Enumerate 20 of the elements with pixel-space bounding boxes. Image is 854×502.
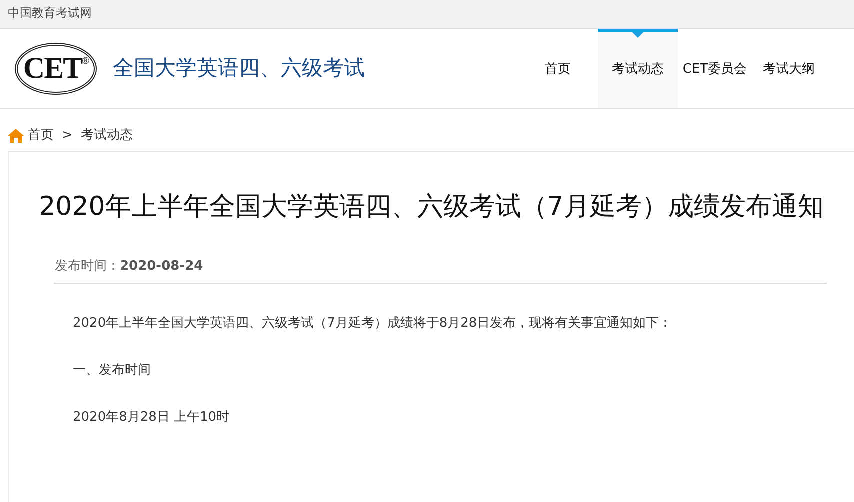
breadcrumb-link[interactable]: 首页 [28, 126, 54, 146]
breadcrumb-link[interactable]: 考试动态 [80, 126, 133, 146]
paragraph: 2020年8月28日 上午10时 [73, 408, 231, 426]
nav-tab[interactable]: 考试大纲 [752, 29, 826, 108]
nav-tab[interactable]: 考试动态 [598, 29, 678, 108]
paragraph: 2020年上半年全国大学英语四、六级考试（7月延考）成绩将于8月28日发布，现将有关事宜通知如下： [73, 314, 674, 332]
paragraph: 一、发布时间 [73, 362, 152, 380]
date-label: 发布时间： [55, 259, 120, 274]
nav-tab[interactable]: CET委员会 [678, 29, 752, 108]
registered-mark: ® [82, 54, 89, 66]
site-name[interactable]: 中国教育考试网 [8, 6, 92, 20]
site-title: 全国大学英语四、六级考试 [113, 54, 365, 82]
breadcrumb-separator: > [62, 127, 73, 146]
nav-tab[interactable]: 首页 [518, 29, 598, 108]
active-indicator-icon [632, 32, 644, 38]
logo[interactable]: CET® [15, 42, 97, 94]
publish-date: 2020-08-24 [120, 259, 204, 274]
home-icon [8, 129, 24, 143]
article-title: 2020年上半年全国大学英语四、六级考试（7月延考）成绩发布通知 [38, 191, 825, 224]
logo-text: CET [23, 51, 82, 87]
